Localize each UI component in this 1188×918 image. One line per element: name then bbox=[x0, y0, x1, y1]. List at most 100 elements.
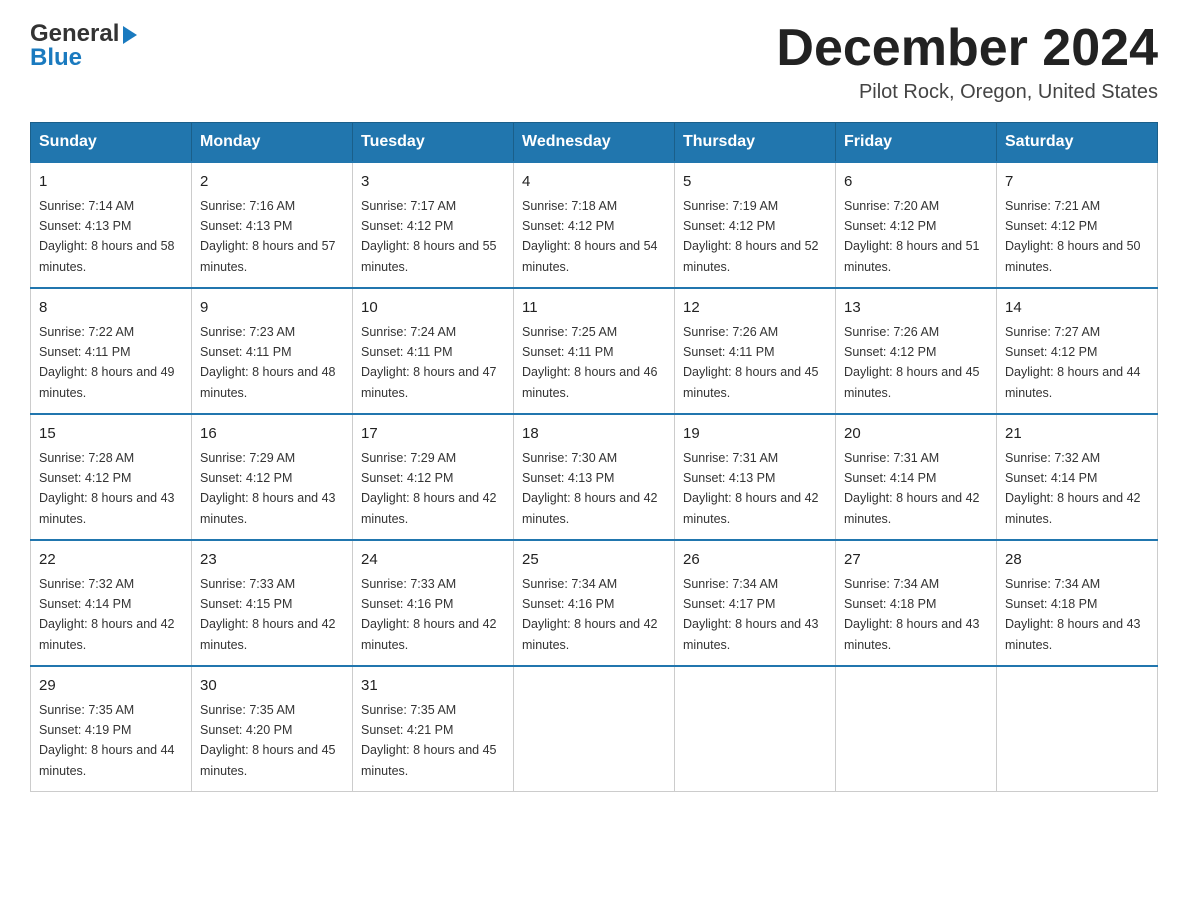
logo: General Blue bbox=[30, 20, 137, 72]
calendar-cell: 29Sunrise: 7:35 AMSunset: 4:19 PMDayligh… bbox=[31, 666, 192, 792]
calendar-cell bbox=[514, 666, 675, 792]
calendar-cell: 13 Sunrise: 7:26 AMSunset: 4:12 PMDayligh… bbox=[836, 288, 997, 414]
header-tuesday: Tuesday bbox=[353, 123, 514, 163]
calendar-cell: 20 Sunrise: 7:31 AMSunset: 4:14 PMDayligh… bbox=[836, 414, 997, 540]
calendar-cell: 17Sunrise: 7:29 AMSunset: 4:12 PMDayligh… bbox=[353, 414, 514, 540]
day-number: 8 bbox=[39, 297, 183, 320]
calendar-cell: 19 Sunrise: 7:31 AMSunset: 4:13 PMDayligh… bbox=[675, 414, 836, 540]
day-info: Sunrise: 7:24 AMSunset: 4:11 PMDaylight:… bbox=[361, 325, 497, 400]
day-info: Sunrise: 7:17 AMSunset: 4:12 PMDaylight:… bbox=[361, 199, 497, 274]
calendar-cell: 14 Sunrise: 7:27 AMSunset: 4:12 PMDayligh… bbox=[997, 288, 1158, 414]
day-info: Sunrise: 7:32 AMSunset: 4:14 PMDaylight:… bbox=[39, 577, 175, 652]
day-info: Sunrise: 7:23 AMSunset: 4:11 PMDaylight:… bbox=[200, 325, 336, 400]
day-number: 22 bbox=[39, 549, 183, 572]
calendar-cell: 26 Sunrise: 7:34 AMSunset: 4:17 PMDayligh… bbox=[675, 540, 836, 666]
calendar-cell: 12Sunrise: 7:26 AMSunset: 4:11 PMDayligh… bbox=[675, 288, 836, 414]
day-number: 14 bbox=[1005, 297, 1149, 320]
day-number: 3 bbox=[361, 171, 505, 194]
calendar-cell: 7 Sunrise: 7:21 AMSunset: 4:12 PMDaylight… bbox=[997, 162, 1158, 288]
calendar-cell: 10 Sunrise: 7:24 AMSunset: 4:11 PMDayligh… bbox=[353, 288, 514, 414]
title-block: December 2024 Pilot Rock, Oregon, United… bbox=[776, 20, 1158, 104]
header-sunday: Sunday bbox=[31, 123, 192, 163]
day-number: 29 bbox=[39, 675, 183, 698]
day-number: 24 bbox=[361, 549, 505, 572]
day-info: Sunrise: 7:14 AMSunset: 4:13 PMDaylight:… bbox=[39, 199, 175, 274]
calendar-header-row: SundayMondayTuesdayWednesdayThursdayFrid… bbox=[31, 123, 1158, 163]
day-number: 4 bbox=[522, 171, 666, 194]
day-info: Sunrise: 7:18 AMSunset: 4:12 PMDaylight:… bbox=[522, 199, 658, 274]
calendar-week-row: 29Sunrise: 7:35 AMSunset: 4:19 PMDayligh… bbox=[31, 666, 1158, 792]
day-number: 30 bbox=[200, 675, 344, 698]
day-info: Sunrise: 7:27 AMSunset: 4:12 PMDaylight:… bbox=[1005, 325, 1141, 400]
day-info: Sunrise: 7:34 AMSunset: 4:16 PMDaylight:… bbox=[522, 577, 658, 652]
day-info: Sunrise: 7:30 AMSunset: 4:13 PMDaylight:… bbox=[522, 451, 658, 526]
day-number: 5 bbox=[683, 171, 827, 194]
day-number: 31 bbox=[361, 675, 505, 698]
day-number: 15 bbox=[39, 423, 183, 446]
page-header: General Blue December 2024 Pilot Rock, O… bbox=[30, 20, 1158, 104]
month-title: December 2024 bbox=[776, 20, 1158, 77]
day-number: 26 bbox=[683, 549, 827, 572]
day-number: 6 bbox=[844, 171, 988, 194]
day-info: Sunrise: 7:35 AMSunset: 4:21 PMDaylight:… bbox=[361, 703, 497, 778]
day-info: Sunrise: 7:26 AMSunset: 4:11 PMDaylight:… bbox=[683, 325, 819, 400]
day-number: 19 bbox=[683, 423, 827, 446]
day-info: Sunrise: 7:26 AMSunset: 4:12 PMDaylight:… bbox=[844, 325, 980, 400]
calendar-week-row: 1Sunrise: 7:14 AMSunset: 4:13 PMDaylight… bbox=[31, 162, 1158, 288]
header-saturday: Saturday bbox=[997, 123, 1158, 163]
calendar-cell: 8 Sunrise: 7:22 AMSunset: 4:11 PMDaylight… bbox=[31, 288, 192, 414]
calendar-cell: 24Sunrise: 7:33 AMSunset: 4:16 PMDayligh… bbox=[353, 540, 514, 666]
calendar-cell: 3 Sunrise: 7:17 AMSunset: 4:12 PMDaylight… bbox=[353, 162, 514, 288]
day-number: 2 bbox=[200, 171, 344, 194]
calendar-cell: 5Sunrise: 7:19 AMSunset: 4:12 PMDaylight… bbox=[675, 162, 836, 288]
calendar-table: SundayMondayTuesdayWednesdayThursdayFrid… bbox=[30, 122, 1158, 792]
day-number: 20 bbox=[844, 423, 988, 446]
calendar-cell: 15Sunrise: 7:28 AMSunset: 4:12 PMDayligh… bbox=[31, 414, 192, 540]
logo-arrow-icon bbox=[123, 26, 137, 44]
day-number: 21 bbox=[1005, 423, 1149, 446]
header-monday: Monday bbox=[192, 123, 353, 163]
calendar-cell: 31 Sunrise: 7:35 AMSunset: 4:21 PMDayligh… bbox=[353, 666, 514, 792]
calendar-cell: 21 Sunrise: 7:32 AMSunset: 4:14 PMDayligh… bbox=[997, 414, 1158, 540]
calendar-week-row: 15Sunrise: 7:28 AMSunset: 4:12 PMDayligh… bbox=[31, 414, 1158, 540]
calendar-cell: 25 Sunrise: 7:34 AMSunset: 4:16 PMDayligh… bbox=[514, 540, 675, 666]
day-number: 18 bbox=[522, 423, 666, 446]
calendar-cell: 1Sunrise: 7:14 AMSunset: 4:13 PMDaylight… bbox=[31, 162, 192, 288]
day-info: Sunrise: 7:31 AMSunset: 4:13 PMDaylight:… bbox=[683, 451, 819, 526]
calendar-cell: 22 Sunrise: 7:32 AMSunset: 4:14 PMDayligh… bbox=[31, 540, 192, 666]
logo-blue-text: Blue bbox=[30, 44, 82, 72]
day-number: 16 bbox=[200, 423, 344, 446]
day-info: Sunrise: 7:34 AMSunset: 4:18 PMDaylight:… bbox=[1005, 577, 1141, 652]
day-number: 25 bbox=[522, 549, 666, 572]
header-wednesday: Wednesday bbox=[514, 123, 675, 163]
day-info: Sunrise: 7:29 AMSunset: 4:12 PMDaylight:… bbox=[200, 451, 336, 526]
day-info: Sunrise: 7:31 AMSunset: 4:14 PMDaylight:… bbox=[844, 451, 980, 526]
day-number: 28 bbox=[1005, 549, 1149, 572]
day-info: Sunrise: 7:22 AMSunset: 4:11 PMDaylight:… bbox=[39, 325, 175, 400]
calendar-week-row: 8 Sunrise: 7:22 AMSunset: 4:11 PMDaylight… bbox=[31, 288, 1158, 414]
day-info: Sunrise: 7:21 AMSunset: 4:12 PMDaylight:… bbox=[1005, 199, 1141, 274]
day-number: 9 bbox=[200, 297, 344, 320]
calendar-cell bbox=[997, 666, 1158, 792]
calendar-cell: 9 Sunrise: 7:23 AMSunset: 4:11 PMDaylight… bbox=[192, 288, 353, 414]
calendar-cell: 27Sunrise: 7:34 AMSunset: 4:18 PMDayligh… bbox=[836, 540, 997, 666]
header-friday: Friday bbox=[836, 123, 997, 163]
day-info: Sunrise: 7:32 AMSunset: 4:14 PMDaylight:… bbox=[1005, 451, 1141, 526]
location-subtitle: Pilot Rock, Oregon, United States bbox=[776, 81, 1158, 104]
day-info: Sunrise: 7:33 AMSunset: 4:15 PMDaylight:… bbox=[200, 577, 336, 652]
day-info: Sunrise: 7:25 AMSunset: 4:11 PMDaylight:… bbox=[522, 325, 658, 400]
day-number: 13 bbox=[844, 297, 988, 320]
day-number: 10 bbox=[361, 297, 505, 320]
day-info: Sunrise: 7:34 AMSunset: 4:18 PMDaylight:… bbox=[844, 577, 980, 652]
calendar-cell: 6 Sunrise: 7:20 AMSunset: 4:12 PMDaylight… bbox=[836, 162, 997, 288]
day-info: Sunrise: 7:34 AMSunset: 4:17 PMDaylight:… bbox=[683, 577, 819, 652]
day-info: Sunrise: 7:20 AMSunset: 4:12 PMDaylight:… bbox=[844, 199, 980, 274]
calendar-cell: 18 Sunrise: 7:30 AMSunset: 4:13 PMDayligh… bbox=[514, 414, 675, 540]
calendar-cell: 28 Sunrise: 7:34 AMSunset: 4:18 PMDayligh… bbox=[997, 540, 1158, 666]
day-number: 23 bbox=[200, 549, 344, 572]
calendar-cell: 2Sunrise: 7:16 AMSunset: 4:13 PMDaylight… bbox=[192, 162, 353, 288]
day-number: 7 bbox=[1005, 171, 1149, 194]
calendar-cell bbox=[836, 666, 997, 792]
day-number: 11 bbox=[522, 297, 666, 320]
calendar-cell: 16 Sunrise: 7:29 AMSunset: 4:12 PMDayligh… bbox=[192, 414, 353, 540]
